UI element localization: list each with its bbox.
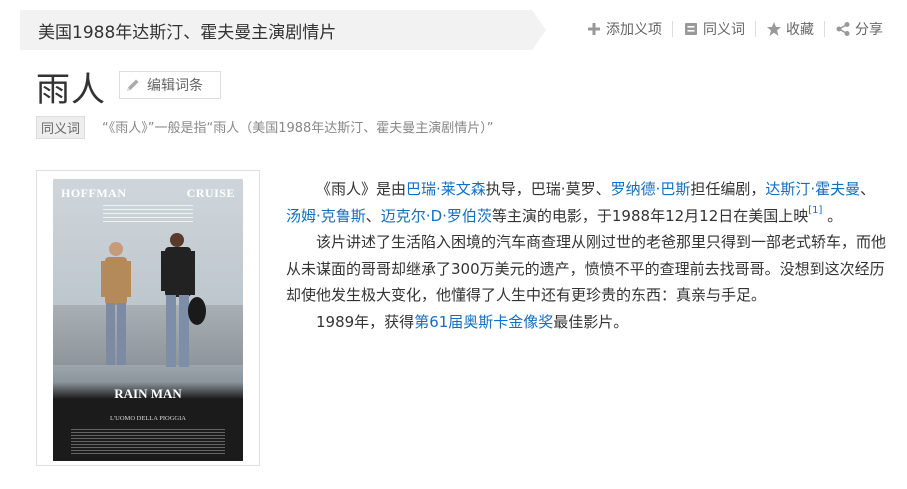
link-actor-hoffman[interactable]: 达斯汀·霍夫曼	[765, 180, 860, 198]
synonym-tag: 同义词	[36, 116, 86, 139]
synonym-button[interactable]: 同义词	[673, 19, 755, 39]
summary-paragraph-3: 1989年，获得第61届奥斯卡金像奖最佳影片。	[286, 309, 889, 336]
poster-tagline	[103, 205, 193, 223]
text: 1989年，获得	[316, 312, 415, 331]
page-title: 雨人	[36, 70, 106, 110]
text: 。	[822, 206, 843, 225]
share-icon	[836, 22, 850, 36]
pencil-icon	[127, 79, 139, 91]
summary-content: 《雨人》是由巴瑞·莱文森执导，巴瑞·莫罗、罗纳德·巴斯担任编剧，达斯汀·霍夫曼、…	[286, 176, 889, 335]
poster-credits	[71, 429, 225, 455]
favorite-label: 收藏	[786, 22, 814, 38]
poster-name-right: CRUISE	[186, 186, 235, 200]
edit-entry-button[interactable]: 编辑词条	[119, 71, 221, 99]
link-director[interactable]: 巴瑞·莱文森	[406, 180, 486, 198]
link-actor-cruise[interactable]: 汤姆·克鲁斯	[286, 207, 366, 225]
edit-entry-label: 编辑词条	[147, 78, 203, 94]
poster-subtitle: L'UOMO DELLA PIOGGIA	[110, 415, 186, 422]
share-button[interactable]: 分享	[825, 19, 893, 39]
header-bar: 美国1988年达斯汀、霍夫曼主演剧情片 添加义项 同义词 收藏 分享	[0, 0, 907, 58]
poster-frame[interactable]: HOFFMAN CRUISE RAIN MAN L'UOMO DELLA PIO…	[36, 170, 260, 466]
poster-title: RAIN MAN	[114, 386, 182, 401]
synonym-label: 同义词	[703, 22, 745, 38]
synonym-note: “《雨人》”一般是指“雨人（美国1988年达斯汀、霍夫曼主演剧情片）”	[102, 121, 494, 136]
entry-subtitle: 美国1988年达斯汀、霍夫曼主演剧情片	[38, 23, 337, 43]
entry-actions: 添加义项 同义词 收藏 分享	[576, 19, 893, 39]
add-sense-button[interactable]: 添加义项	[576, 19, 672, 39]
summary-paragraph-1: 《雨人》是由巴瑞·莱文森执导，巴瑞·莫罗、罗纳德·巴斯担任编剧，达斯汀·霍夫曼、…	[286, 176, 889, 229]
favorite-button[interactable]: 收藏	[756, 19, 824, 39]
link-actor-roberts[interactable]: 迈克尔·D·罗伯茨	[381, 207, 492, 225]
star-icon	[767, 22, 781, 36]
poster-road	[53, 305, 243, 365]
text: 等主演的电影，于1988年12月12日在美国上映	[491, 206, 809, 225]
share-label: 分享	[855, 22, 883, 38]
add-sense-label: 添加义项	[606, 22, 662, 38]
link-oscar-award[interactable]: 第61届奥斯卡金像奖	[414, 313, 553, 331]
summary-paragraph-2: 该片讲述了生活陷入困境的汽车商查理从刚过世的老爸那里只得到一部老式轿车，而他从未…	[286, 233, 887, 304]
synonym-icon	[685, 23, 697, 35]
text: 、	[860, 180, 876, 198]
text: 担任编剧，	[690, 180, 766, 198]
movie-poster-image[interactable]: HOFFMAN CRUISE RAIN MAN L'UOMO DELLA PIO…	[53, 179, 243, 461]
poster-name-left: HOFFMAN	[61, 186, 127, 200]
reference-link[interactable]: [1]	[808, 205, 822, 216]
poster-figure-left	[101, 242, 131, 365]
text: 、	[365, 206, 381, 225]
poster-figure-right	[161, 233, 206, 367]
link-writer[interactable]: 罗纳德·巴斯	[611, 180, 691, 198]
text: 《雨人》是由	[316, 180, 407, 198]
text: 最佳影片。	[553, 312, 629, 331]
text: 执导，巴瑞·莫罗、	[485, 180, 611, 198]
plus-icon	[588, 23, 600, 35]
